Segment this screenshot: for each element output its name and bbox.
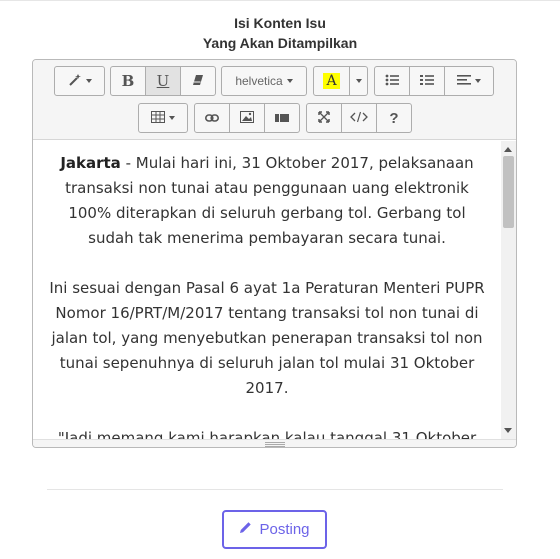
- ordered-list-icon: [420, 73, 434, 89]
- content-paragraph-3: "Jadi memang kami harapkan kalau tanggal…: [57, 429, 477, 439]
- editor-content[interactable]: Jakarta - Mulai hari ini, 31 Oktober 201…: [33, 141, 501, 439]
- insert-video-button[interactable]: [264, 103, 300, 133]
- top-divider: [0, 0, 560, 1]
- editor-heading: Isi Konten Isu Yang Akan Ditampilkan: [0, 13, 560, 53]
- insert-picture-button[interactable]: [229, 103, 265, 133]
- rich-text-editor: B U helvetica A ? Jakarta - Mulai hari i…: [32, 59, 517, 448]
- section-divider: [47, 489, 503, 490]
- table-icon: [151, 110, 165, 126]
- video-icon: [275, 110, 289, 126]
- posting-label: Posting: [259, 521, 310, 538]
- paragraph-align-icon: [457, 73, 471, 89]
- eraser-icon: [192, 73, 204, 89]
- heading-line-2: Yang Akan Ditampilkan: [202, 35, 358, 51]
- scroll-down-arrow-icon[interactable]: [504, 428, 512, 433]
- picture-icon: [240, 110, 254, 126]
- scrollbar-thumb[interactable]: [503, 156, 514, 228]
- content-paragraph-1: Jakarta - Mulai hari ini, 31 Oktober 201…: [47, 151, 487, 251]
- help-icon: ?: [389, 109, 399, 127]
- editor-toolbar: B U helvetica A ?: [33, 60, 516, 140]
- insert-link-button[interactable]: [194, 103, 230, 133]
- resize-grip-icon[interactable]: [265, 442, 285, 447]
- underline-icon: U: [156, 72, 170, 90]
- font-name-dropdown[interactable]: helvetica: [221, 66, 307, 96]
- unordered-list-button[interactable]: [374, 66, 410, 96]
- editor-resize-bar[interactable]: [33, 439, 516, 447]
- magic-wand-icon: [68, 73, 82, 90]
- paragraph-1-text: - Mulai hari ini, 31 Oktober 2017, pelak…: [65, 154, 474, 247]
- highlight-color-icon: A: [323, 73, 340, 89]
- color-dropdown-button[interactable]: [349, 66, 368, 96]
- posting-button[interactable]: Posting: [222, 510, 327, 549]
- pencil-icon: [239, 521, 252, 538]
- highlight-color-button[interactable]: A: [313, 66, 350, 96]
- unordered-list-icon: [385, 73, 399, 89]
- fullscreen-icon: [318, 110, 330, 126]
- scroll-up-arrow-icon[interactable]: [504, 147, 512, 152]
- help-button[interactable]: ?: [376, 103, 412, 133]
- code-view-button[interactable]: [341, 103, 377, 133]
- content-paragraph-2: Ini sesuai dengan Pasal 6 ayat 1a Peratu…: [49, 279, 485, 397]
- ordered-list-button[interactable]: [409, 66, 445, 96]
- dateline: Jakarta: [60, 154, 121, 172]
- heading-line-1: Isi Konten Isu: [234, 15, 326, 31]
- bold-icon: B: [121, 72, 135, 90]
- font-name-label: helvetica: [235, 74, 283, 88]
- style-button[interactable]: [54, 66, 105, 96]
- paragraph-align-button[interactable]: [444, 66, 494, 96]
- table-button[interactable]: [138, 103, 188, 133]
- fullscreen-button[interactable]: [306, 103, 342, 133]
- link-icon: [205, 110, 219, 126]
- underline-button[interactable]: U: [145, 66, 181, 96]
- code-view-icon: [350, 110, 368, 126]
- content-scrollbar[interactable]: [501, 141, 516, 439]
- bold-button[interactable]: B: [110, 66, 146, 96]
- chevron-down-icon: [355, 79, 362, 83]
- clear-format-button[interactable]: [180, 66, 216, 96]
